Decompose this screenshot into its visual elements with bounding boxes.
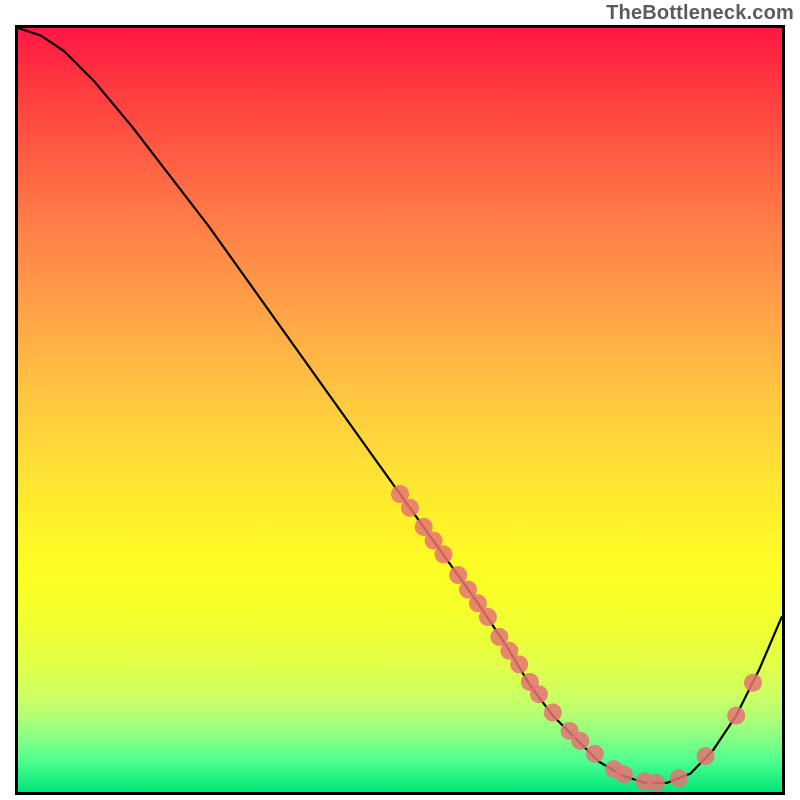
data-point bbox=[479, 608, 497, 626]
chart-frame bbox=[15, 25, 785, 795]
watermark-text: TheBottleneck.com bbox=[606, 2, 794, 25]
data-point bbox=[647, 774, 665, 792]
chart-svg bbox=[18, 28, 782, 792]
data-point bbox=[544, 704, 562, 722]
bottleneck-curve bbox=[18, 28, 782, 783]
data-point bbox=[615, 765, 633, 783]
data-point bbox=[435, 545, 453, 563]
data-point bbox=[530, 685, 548, 703]
data-point bbox=[510, 655, 528, 673]
data-point bbox=[401, 499, 419, 517]
data-point bbox=[744, 674, 762, 692]
data-point bbox=[586, 745, 604, 763]
data-point bbox=[670, 769, 688, 787]
data-point bbox=[571, 732, 589, 750]
data-markers bbox=[391, 485, 762, 792]
data-point bbox=[697, 747, 715, 765]
data-point bbox=[727, 707, 745, 725]
